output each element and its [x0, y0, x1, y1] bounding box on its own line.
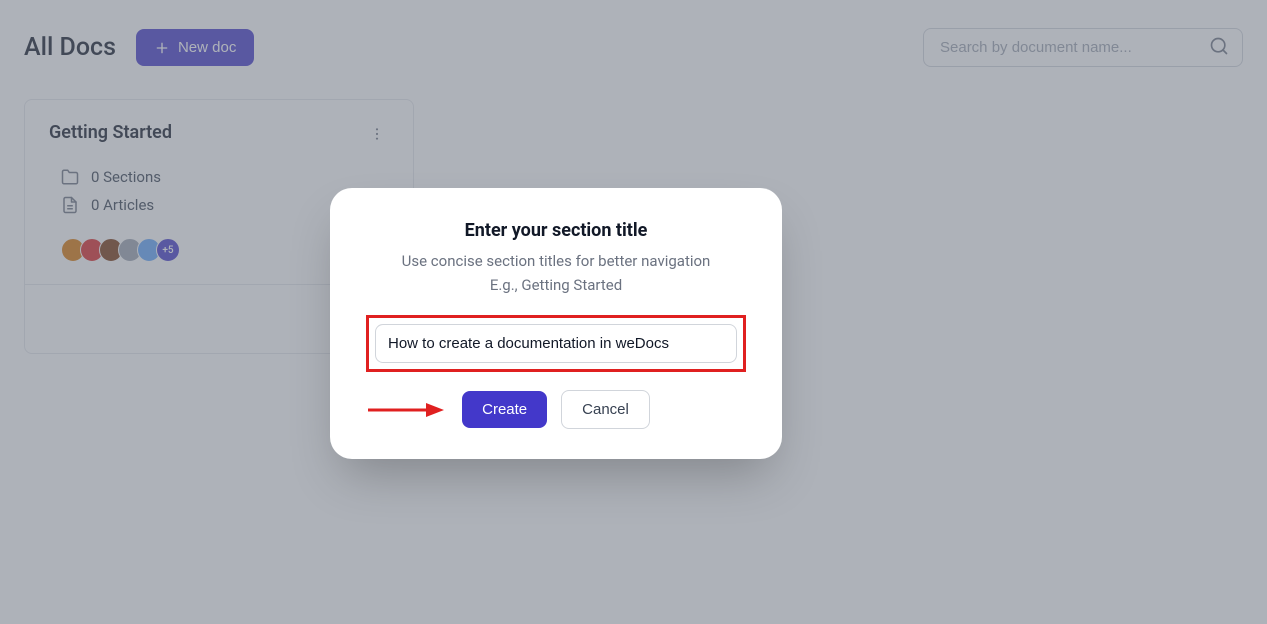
modal-overlay[interactable]: Enter your section title Use concise sec… [0, 0, 1267, 624]
modal-actions: Create Cancel [366, 390, 746, 429]
annotation-highlight [366, 315, 746, 372]
create-button[interactable]: Create [462, 391, 547, 428]
section-title-input[interactable] [375, 324, 737, 363]
modal-subtitle: Use concise section titles for better na… [366, 249, 746, 297]
section-title-modal: Enter your section title Use concise sec… [330, 188, 782, 459]
modal-subtitle-line2: E.g., Getting Started [490, 276, 622, 294]
annotation-arrow-icon [366, 401, 444, 419]
cancel-button[interactable]: Cancel [561, 390, 650, 429]
modal-subtitle-line1: Use concise section titles for better na… [402, 252, 711, 270]
modal-title: Enter your section title [366, 220, 746, 241]
